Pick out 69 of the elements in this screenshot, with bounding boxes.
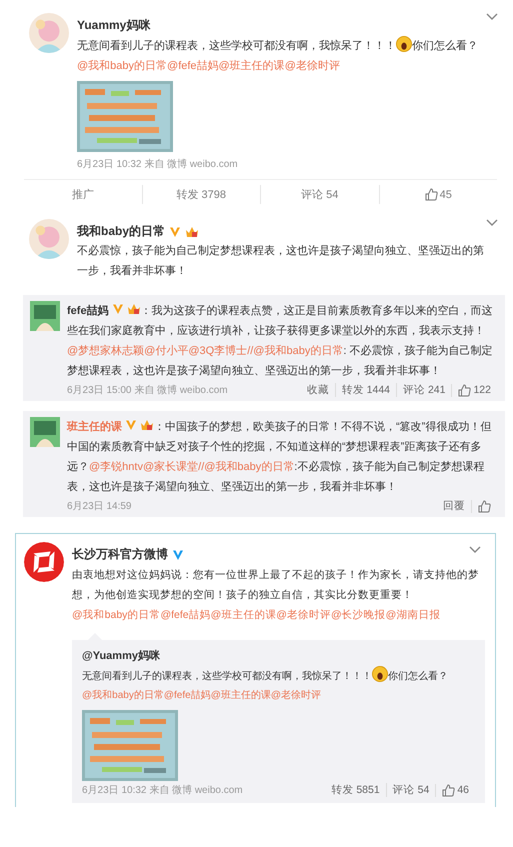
verified-icon bbox=[169, 226, 182, 238]
emoji-icon bbox=[372, 666, 388, 682]
mention-link[interactable]: @我和baby的日常 bbox=[72, 609, 160, 621]
user-name[interactable]: fefe喆妈 bbox=[67, 305, 109, 317]
mention-link[interactable]: @家长课堂 bbox=[142, 461, 198, 473]
mention-link[interactable]: @梦想家林志颖 bbox=[67, 345, 144, 357]
mention-link[interactable]: @李锐hntv bbox=[89, 461, 143, 473]
comment-text: 班主任的课 ：中国孩子的梦想，欧美孩子的日常！不得不说，“篡改”得很成功！但中国的素质教育中缺乏对孩子个性的挖掘，不知道这样的“梦想课程表”距离孩子还有多远？@李锐hntv@家长课堂//@我和baby的日常:不必震惊，孩子能为自己制定梦想课程表，这也许是孩子渴望向独立、坚强迈出的第一步，我看并非坏事！ bbox=[67, 418, 492, 495]
action-button[interactable]: 评论 54 bbox=[260, 185, 378, 204]
post-text: 无意间看到儿子的课程表，这些学校可都没有啊，我惊呆了！！！ 你们怎么看？ @我和baby的日常@fefe喆妈@班主任的课@老徐时评 bbox=[77, 36, 490, 76]
mention-link[interactable]: @fefe喆妈 bbox=[164, 690, 211, 701]
verified-icon bbox=[172, 548, 184, 560]
avatar[interactable] bbox=[30, 417, 60, 447]
thumbs-up-icon bbox=[424, 188, 438, 201]
mention-link[interactable]: @3Q李博士 bbox=[188, 345, 248, 357]
action-button[interactable]: 推广 bbox=[24, 185, 142, 204]
post-time: 6月23日 10:32 来自 微博 weibo.com bbox=[82, 784, 243, 797]
chevron-down-icon[interactable] bbox=[486, 13, 498, 21]
mention-link[interactable]: //@我和baby的日常 bbox=[198, 461, 294, 473]
mention-link[interactable]: @班主任的课 bbox=[210, 609, 276, 621]
action-button[interactable]: 转发 5851 bbox=[325, 783, 386, 797]
thumbs-up-icon bbox=[442, 784, 456, 796]
post-text: 由衷地想对这位妈妈说：您有一位世界上最了不起的孩子！作为家长，请支持他的梦想，为他创造实现梦想的空间！孩子的独立自信，其实比分数更重要！ @我和baby的日常@fefe喆妈@班主任的课@老徐时评@长沙晚报@湖南日报 bbox=[72, 568, 480, 623]
mention-link[interactable]: @fefe喆妈 bbox=[160, 609, 211, 621]
mention-link[interactable]: @老徐时评 bbox=[270, 690, 321, 701]
post-time: 6月23日 14:59 bbox=[67, 500, 132, 513]
thumbs-up-icon bbox=[478, 500, 491, 512]
mention-link[interactable]: @老徐时评 bbox=[284, 60, 340, 72]
action-button[interactable]: 收藏 bbox=[300, 383, 335, 397]
action-button[interactable]: 转发 3798 bbox=[142, 185, 260, 204]
mention-link[interactable]: @长沙晚报 bbox=[330, 609, 386, 621]
mention-link[interactable]: @班主任的课 bbox=[210, 690, 271, 701]
user-name[interactable]: 长沙万科官方微博 bbox=[72, 546, 168, 563]
like-button[interactable]: 45 bbox=[378, 185, 497, 204]
mention-link[interactable]: @湖南日报 bbox=[386, 609, 440, 621]
verified-icon bbox=[125, 419, 137, 431]
crown-icon bbox=[185, 226, 200, 238]
crown-icon bbox=[140, 419, 154, 431]
action-button[interactable]: 评论 54 bbox=[386, 783, 436, 797]
mention-link[interactable]: @付小平 bbox=[144, 345, 188, 357]
mention-link[interactable]: @fefe喆妈 bbox=[167, 60, 219, 72]
logo-icon[interactable] bbox=[24, 542, 64, 582]
avatar[interactable] bbox=[30, 301, 60, 331]
mention-link[interactable]: baby的日常 bbox=[112, 690, 164, 701]
verified-icon bbox=[112, 303, 124, 315]
mention-link[interactable]: @班主任的课 bbox=[218, 60, 285, 72]
post-text: 不必震惊，孩子能为自己制定梦想课程表，这也许是孩子渴望向独立、坚强迈出的第一步，我看并非坏事！ bbox=[77, 244, 485, 278]
post-text: 无意间看到儿子的课程表，这些学校可都没有啊，我惊呆了！！！ 你们怎么看？ @我和baby的日常@fefe喆妈@班主任的课@老徐时评 bbox=[82, 666, 475, 705]
chevron-down-icon[interactable] bbox=[469, 546, 481, 554]
mention-link[interactable]: @老徐时评 bbox=[276, 609, 331, 621]
like-button[interactable]: 46 bbox=[435, 784, 475, 796]
comment-text: fefe喆妈 ：我为这孩子的课程表点赞，这正是目前素质教育多年以来的空白，而这些在我们家庭教育中，应该进行填补，让孩子获得更多课堂以外的东西，我表示支持！ @梦想家林志颖@付小平@3Q李博士//@我和baby的日常: 不必震惊，孩子能为自己制定梦想课程表，这也许是孩子渴望向独立、坚强迈出的第一步，我看并非坏事！ bbox=[67, 302, 494, 379]
user-name[interactable]: 班主任的课 bbox=[67, 421, 122, 433]
action-button[interactable]: 回覆 bbox=[437, 499, 471, 513]
action-button[interactable]: 评论 241 bbox=[396, 383, 452, 397]
like-button[interactable]: 122 bbox=[451, 384, 497, 396]
user-name[interactable]: 我和baby的日常 bbox=[77, 223, 166, 240]
post-time: 6月23日 15:00 来自 微博 weibo.com bbox=[67, 384, 228, 397]
mention-link[interactable]: //@我和baby的日常 bbox=[247, 345, 344, 357]
crown-icon bbox=[126, 303, 141, 315]
thumbs-up-icon bbox=[458, 384, 472, 396]
post-time: 6月23日 10:32 来自 微博 weibo.com bbox=[77, 158, 239, 171]
mention-link[interactable]: @我和 bbox=[82, 690, 112, 701]
chevron-down-icon[interactable] bbox=[486, 219, 498, 227]
mention-link[interactable]: @我和baby的日常 bbox=[77, 60, 168, 72]
user-name[interactable]: Yuammy妈咪 bbox=[77, 17, 150, 34]
action-button[interactable]: 转发 1444 bbox=[334, 383, 396, 397]
emoji-icon bbox=[396, 36, 412, 52]
user-name[interactable]: @Yuammy妈咪 bbox=[82, 648, 475, 663]
